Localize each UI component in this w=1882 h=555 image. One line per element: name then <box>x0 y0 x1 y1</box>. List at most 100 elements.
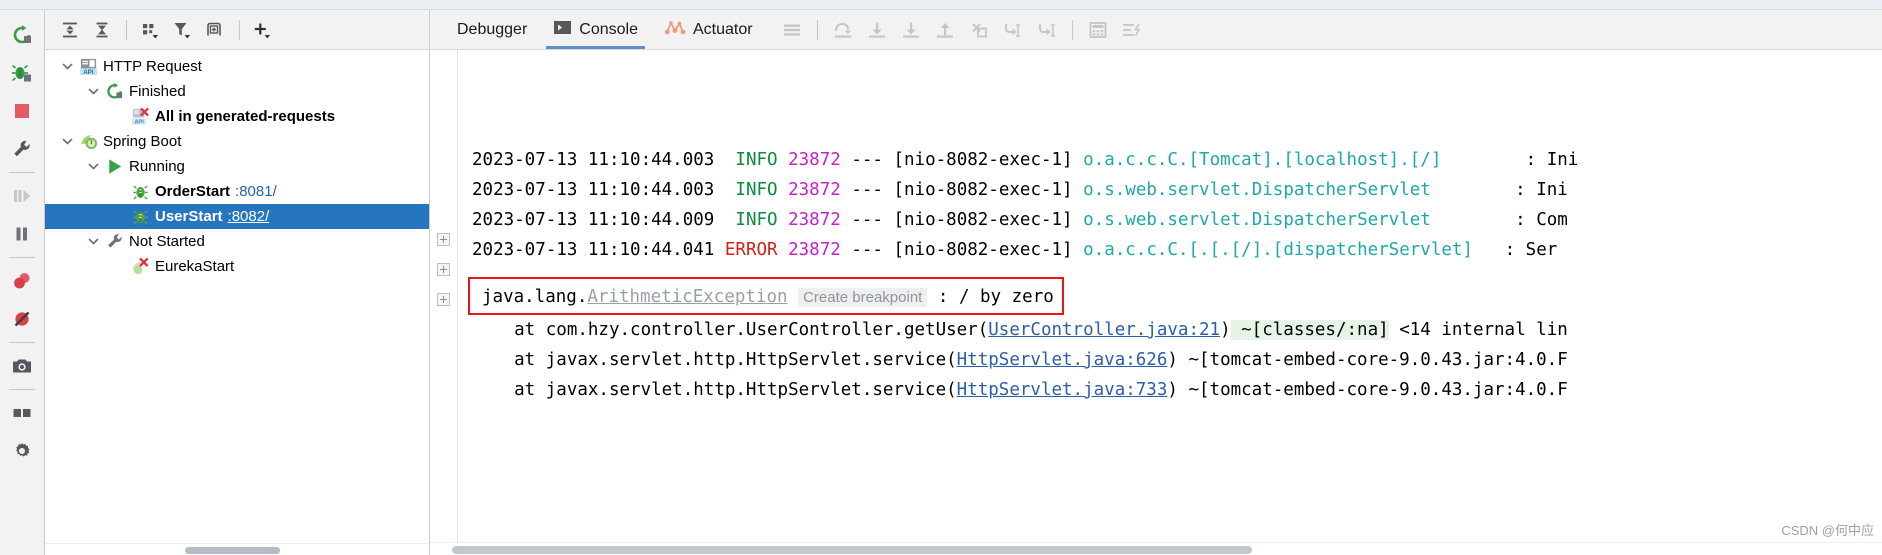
rail-separator <box>9 257 35 258</box>
tree-horizontal-scrollbar[interactable] <box>45 543 429 555</box>
log-pid: 23872 <box>788 180 841 200</box>
run-configurations-tree[interactable]: API HTTP Request Finished API All in generat… <box>45 50 429 543</box>
chevron-down-icon[interactable] <box>83 235 103 248</box>
tree-row[interactable]: EurekaStart <box>45 254 429 279</box>
chevron-down-icon[interactable] <box>83 160 103 173</box>
resume-program-icon[interactable] <box>3 177 41 215</box>
tree-row[interactable]: API All in generated-requests <box>45 104 429 129</box>
chevron-down-icon[interactable] <box>57 135 77 148</box>
console-scrollbar-thumb[interactable] <box>452 546 1252 554</box>
rerun-icon[interactable] <box>3 16 41 54</box>
log-line: 2023-07-13 11:10:44.003 INFO 23872 --- [… <box>458 175 1882 205</box>
collapse-all-icon[interactable] <box>87 15 117 45</box>
fold-expand-icon[interactable] <box>437 263 450 276</box>
pause-program-icon[interactable] <box>3 215 41 253</box>
create-breakpoint-hint[interactable]: Create breakpoint <box>798 288 928 307</box>
tab-console[interactable]: Console <box>540 10 651 49</box>
stack-frame-link[interactable]: HttpServlet.java:733 <box>957 380 1168 400</box>
tab-debugger[interactable]: Debugger <box>444 10 540 49</box>
tree-row[interactable]: API HTTP Request <box>45 54 429 79</box>
tab-debugger-label: Debugger <box>457 20 528 38</box>
tree-row[interactable]: OrderStart:8081/ <box>45 179 429 204</box>
tree-row[interactable]: UserStart:8082/ <box>45 204 429 229</box>
force-step-into-icon[interactable] <box>895 14 927 46</box>
stack-frame-line: at com.hzy.controller.UserController.get… <box>458 315 1882 345</box>
exception-class-link[interactable]: ArithmeticException <box>587 287 787 307</box>
tree-row[interactable]: Finished <box>45 79 429 104</box>
log-line: 2023-07-13 11:10:44.009 INFO 23872 --- [… <box>458 205 1882 235</box>
log-space <box>778 150 789 170</box>
fold-expand-icon[interactable] <box>437 233 450 246</box>
drop-frame-icon[interactable] <box>963 14 995 46</box>
run-to-cursor-icon[interactable] <box>997 14 1029 46</box>
toolbar-separator <box>816 19 818 40</box>
stack-frame-text: at com.hzy.controller.UserController.get… <box>472 320 989 340</box>
tree-row-port-link[interactable]: :8082/ <box>228 208 270 225</box>
step-into-icon[interactable] <box>861 14 893 46</box>
console-icon <box>553 18 572 42</box>
tree-row-label: HTTP Request <box>103 58 202 75</box>
tree-row-label: Spring Boot <box>103 133 182 150</box>
tab-console-label: Console <box>579 20 638 38</box>
layout-icon[interactable] <box>3 394 41 432</box>
http-error-icon: API <box>129 107 151 126</box>
stack-frame-link[interactable]: UserController.java:21 <box>988 320 1220 340</box>
add-tab-icon[interactable] <box>200 15 230 45</box>
settings-wrench-icon[interactable] <box>3 130 41 168</box>
add-icon[interactable] <box>249 15 279 45</box>
tree-scrollbar-thumb[interactable] <box>185 547 280 554</box>
spring-error-icon <box>129 257 151 276</box>
screenshot-icon[interactable] <box>3 347 41 385</box>
log-level: INFO <box>735 150 778 170</box>
tree-row[interactable]: Running <box>45 154 429 179</box>
log-pid: 23872 <box>788 150 841 170</box>
sort-icon[interactable] <box>1116 14 1148 46</box>
filter-icon[interactable] <box>168 15 198 45</box>
group-by-icon[interactable] <box>136 15 166 45</box>
console-panel: Debugger Console Actuator 2023-07-13 11:… <box>430 10 1882 555</box>
stack-frame-text: at javax.servlet.http.HttpServlet.servic… <box>472 350 957 370</box>
step-out-icon[interactable] <box>929 14 961 46</box>
stop-icon[interactable] <box>3 92 41 130</box>
soft-wrap-icon[interactable] <box>776 14 808 46</box>
spring-boot-icon <box>77 132 99 151</box>
tree-row[interactable]: Spring Boot <box>45 129 429 154</box>
toolbar-separator <box>126 19 127 40</box>
log-colon: : <box>1441 150 1547 170</box>
debug-icon[interactable] <box>3 54 41 92</box>
evaluate-expression-icon[interactable] <box>1031 14 1063 46</box>
run-green-icon <box>103 157 125 176</box>
log-separator: --- <box>840 210 894 230</box>
log-logger: o.s.web.servlet.DispatcherServlet <box>1083 210 1431 230</box>
rerun-green-icon <box>103 82 125 101</box>
fold-expand-icon[interactable] <box>437 293 450 306</box>
console-horizontal-scrollbar[interactable] <box>430 542 1882 555</box>
tree-row-port-link[interactable]: :8081/ <box>235 183 277 200</box>
log-colon: : <box>1430 210 1537 230</box>
stack-frame-link[interactable]: HttpServlet.java:626 <box>957 350 1168 370</box>
tab-actuator[interactable]: Actuator <box>651 10 766 49</box>
mute-breakpoints-icon[interactable] <box>3 300 41 338</box>
tree-row[interactable]: Not Started <box>45 229 429 254</box>
log-colon: : <box>1430 180 1537 200</box>
log-separator: --- <box>840 150 894 170</box>
expand-all-icon[interactable] <box>55 15 85 45</box>
log-message: Ini <box>1536 180 1568 200</box>
log-timestamp: 2023-07-13 11:10:44.003 <box>472 180 715 200</box>
log-separator: --- <box>840 240 894 260</box>
tab-actuator-label: Actuator <box>692 20 753 38</box>
calculator-icon[interactable] <box>1082 14 1114 46</box>
actuator-icon <box>664 18 686 42</box>
gear-icon[interactable] <box>3 432 41 470</box>
log-level: INFO <box>735 210 778 230</box>
view-breakpoints-icon[interactable] <box>3 262 41 300</box>
console-log-text[interactable]: 2023-07-13 11:10:44.003 INFO 23872 --- [… <box>458 50 1882 542</box>
ide-run-window: API HTTP Request Finished API All in generat… <box>0 0 1882 555</box>
console-output-area: 2023-07-13 11:10:44.003 INFO 23872 --- [… <box>430 50 1882 542</box>
log-logger: o.s.web.servlet.DispatcherServlet <box>1083 180 1431 200</box>
svg-text:API: API <box>134 120 144 126</box>
chevron-down-icon[interactable] <box>83 85 103 98</box>
chevron-down-icon[interactable] <box>57 60 77 73</box>
watermark: CSDN @何中应 <box>1781 523 1874 538</box>
step-over-icon[interactable] <box>827 14 859 46</box>
